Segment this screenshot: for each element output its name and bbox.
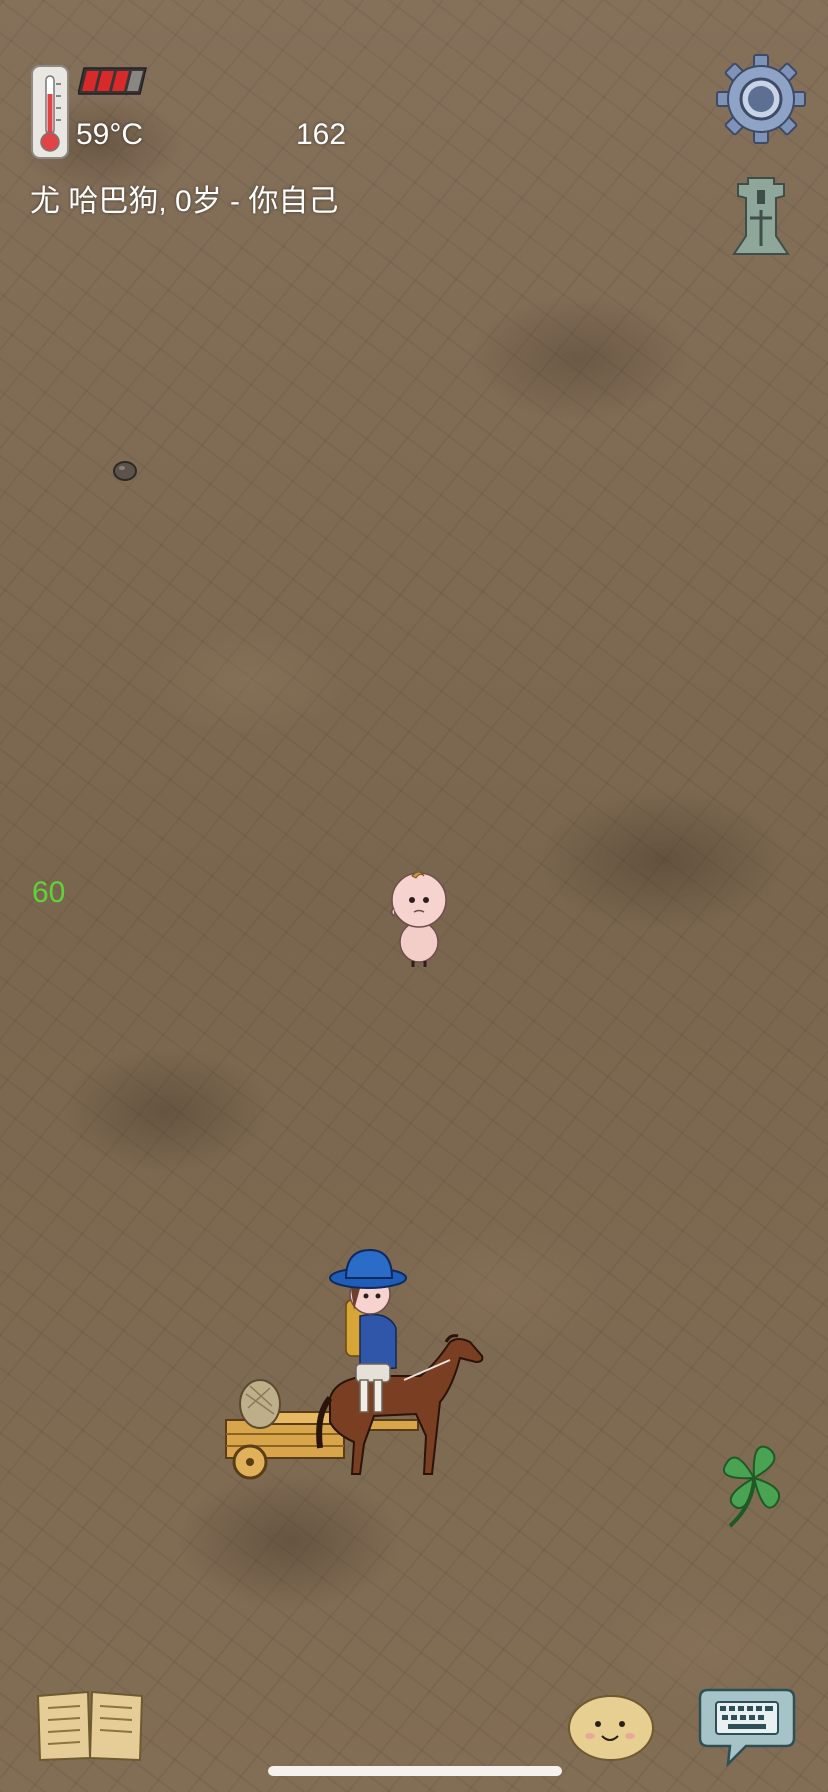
emote-face-icon[interactable] [566, 1690, 656, 1762]
four-leaf-clover-icon[interactable] [716, 1440, 792, 1532]
character-name-line: 尤 哈巴狗, 0岁 - 你自己 [30, 185, 339, 218]
recipe-book-icon[interactable] [34, 1686, 146, 1762]
spade-coin-icon[interactable] [730, 176, 792, 256]
temperature-readout: 59°C [76, 118, 144, 151]
yum-counter: 162 [296, 118, 347, 151]
keyboard-chat-icon[interactable] [698, 1684, 796, 1768]
health-bar [78, 67, 147, 95]
horse-cart-rider[interactable] [220, 1238, 532, 1484]
side-number: 60 [32, 876, 66, 909]
rock-icon[interactable] [112, 460, 138, 482]
gear-icon[interactable] [714, 52, 808, 146]
baby-player-character[interactable] [388, 868, 450, 968]
thermometer-icon [31, 65, 69, 159]
home-indicator[interactable] [268, 1766, 562, 1776]
